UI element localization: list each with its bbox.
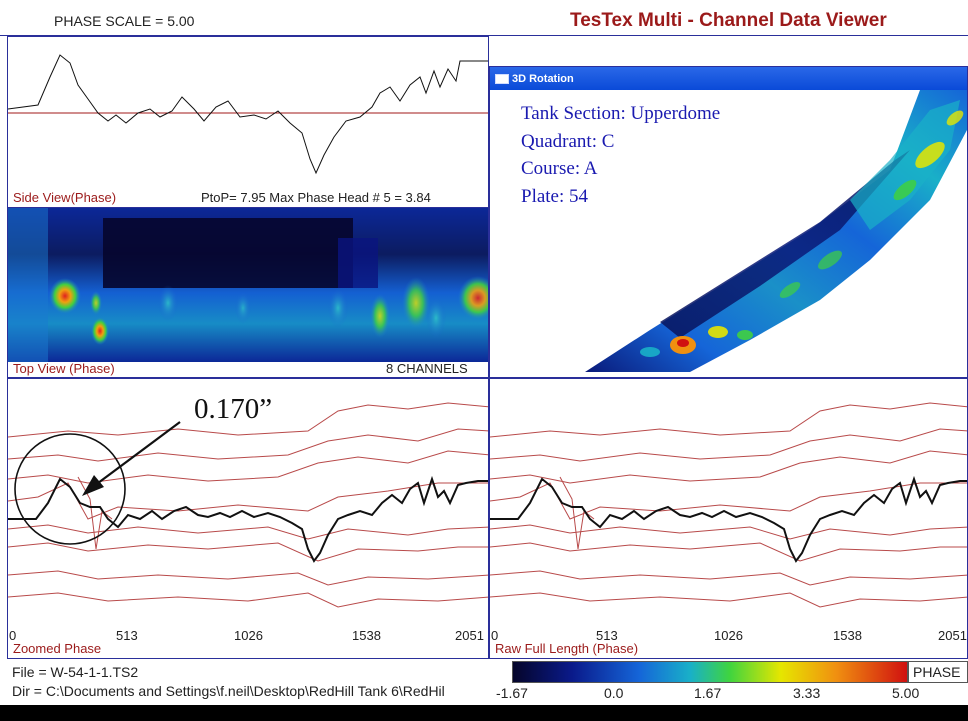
top-view-panel[interactable]: Top View (Phase) 8 CHANNELS: [7, 207, 489, 378]
raw-channel-traces: [490, 402, 967, 608]
zoomed-channel-traces: [8, 402, 488, 608]
zoomed-tick-3: 1538: [352, 628, 381, 643]
annotation-arrowhead: [82, 475, 104, 496]
defect-circle: [14, 433, 126, 545]
phase-colorbar: [512, 661, 908, 683]
side-view-plot: [8, 54, 488, 175]
top-view-label: Top View (Phase): [13, 361, 115, 376]
phase-scale-label: PHASE SCALE = 5.00: [54, 13, 195, 29]
zoomed-main-trace: [8, 475, 488, 563]
dir-path-label: Dir = C:\Documents and Settings\f.neil\D…: [12, 683, 445, 699]
zoomed-phase-panel[interactable]: 0.170” 0 513 1026 1538 2051 Zoomed Phase: [7, 378, 489, 659]
header-bar: PHASE SCALE = 5.00 TesTex Multi - Channe…: [0, 0, 968, 36]
phase-label-box: PHASE: [908, 661, 968, 683]
side-view-trace: [8, 54, 488, 175]
colorbar-tick-3: 3.33: [793, 685, 821, 701]
status-bar: File = W-54-1-1.TS2 Dir = C:\Documents a…: [0, 659, 968, 705]
window-icon: [495, 74, 509, 84]
zoomed-tick-2: 1026: [234, 628, 263, 643]
colorbar-tick-1: 0.0: [604, 685, 624, 701]
tank-section-label: Tank Section: Upperdome: [521, 103, 721, 124]
annotation-arrow: [89, 421, 181, 490]
zoomed-tick-4: 2051: [455, 628, 484, 643]
course-label: Course: A: [521, 158, 598, 179]
raw-full-length-plot: [490, 402, 967, 608]
rotation-titlebar[interactable]: 3D Rotation: [490, 67, 967, 90]
side-view-panel[interactable]: Side View(Phase) PtoP= 7.95 Max Phase He…: [7, 36, 489, 208]
zoomed-annotation: 0.170”: [194, 393, 273, 425]
raw-full-length-label: Raw Full Length (Phase): [495, 641, 639, 656]
quadrant-label: Quadrant: C: [521, 131, 615, 152]
bottom-strip: [0, 705, 968, 721]
raw-tick-3: 1538: [833, 628, 862, 643]
side-view-stats: PtoP= 7.95 Max Phase Head # 5 = 3.84: [201, 190, 431, 205]
app-title: TesTex Multi - Channel Data Viewer: [570, 10, 887, 31]
phase-colorbar-label: PHASE: [913, 664, 961, 680]
colorbar-tick-0: -1.67: [496, 685, 528, 701]
file-path-label: File = W-54-1-1.TS2: [12, 664, 139, 680]
raw-main-trace: [490, 475, 967, 563]
colorbar-tick-2: 1.67: [694, 685, 722, 701]
zoomed-tick-1: 513: [116, 628, 138, 643]
dir-path-clip: Dir = C:\Documents and Settings\f.neil\D…: [12, 683, 490, 701]
plate-label: Plate: 54: [521, 186, 589, 207]
colorbar-tick-4: 5.00: [892, 685, 920, 701]
rotation-window[interactable]: 3D Rotation Tank Section: Upperdome Quad…: [489, 66, 968, 378]
raw-full-length-panel[interactable]: 0 513 1026 1538 2051 Raw Full Length (Ph…: [489, 378, 968, 659]
side-view-label: Side View(Phase): [13, 190, 117, 205]
raw-tick-2: 1026: [714, 628, 743, 643]
zoomed-phase-label: Zoomed Phase: [13, 641, 102, 656]
top-view-heatmap: [8, 208, 488, 362]
top-view-channels: 8 CHANNELS: [386, 361, 468, 376]
rotation-title: 3D Rotation: [512, 73, 574, 85]
raw-tick-4: 2051: [938, 628, 967, 643]
